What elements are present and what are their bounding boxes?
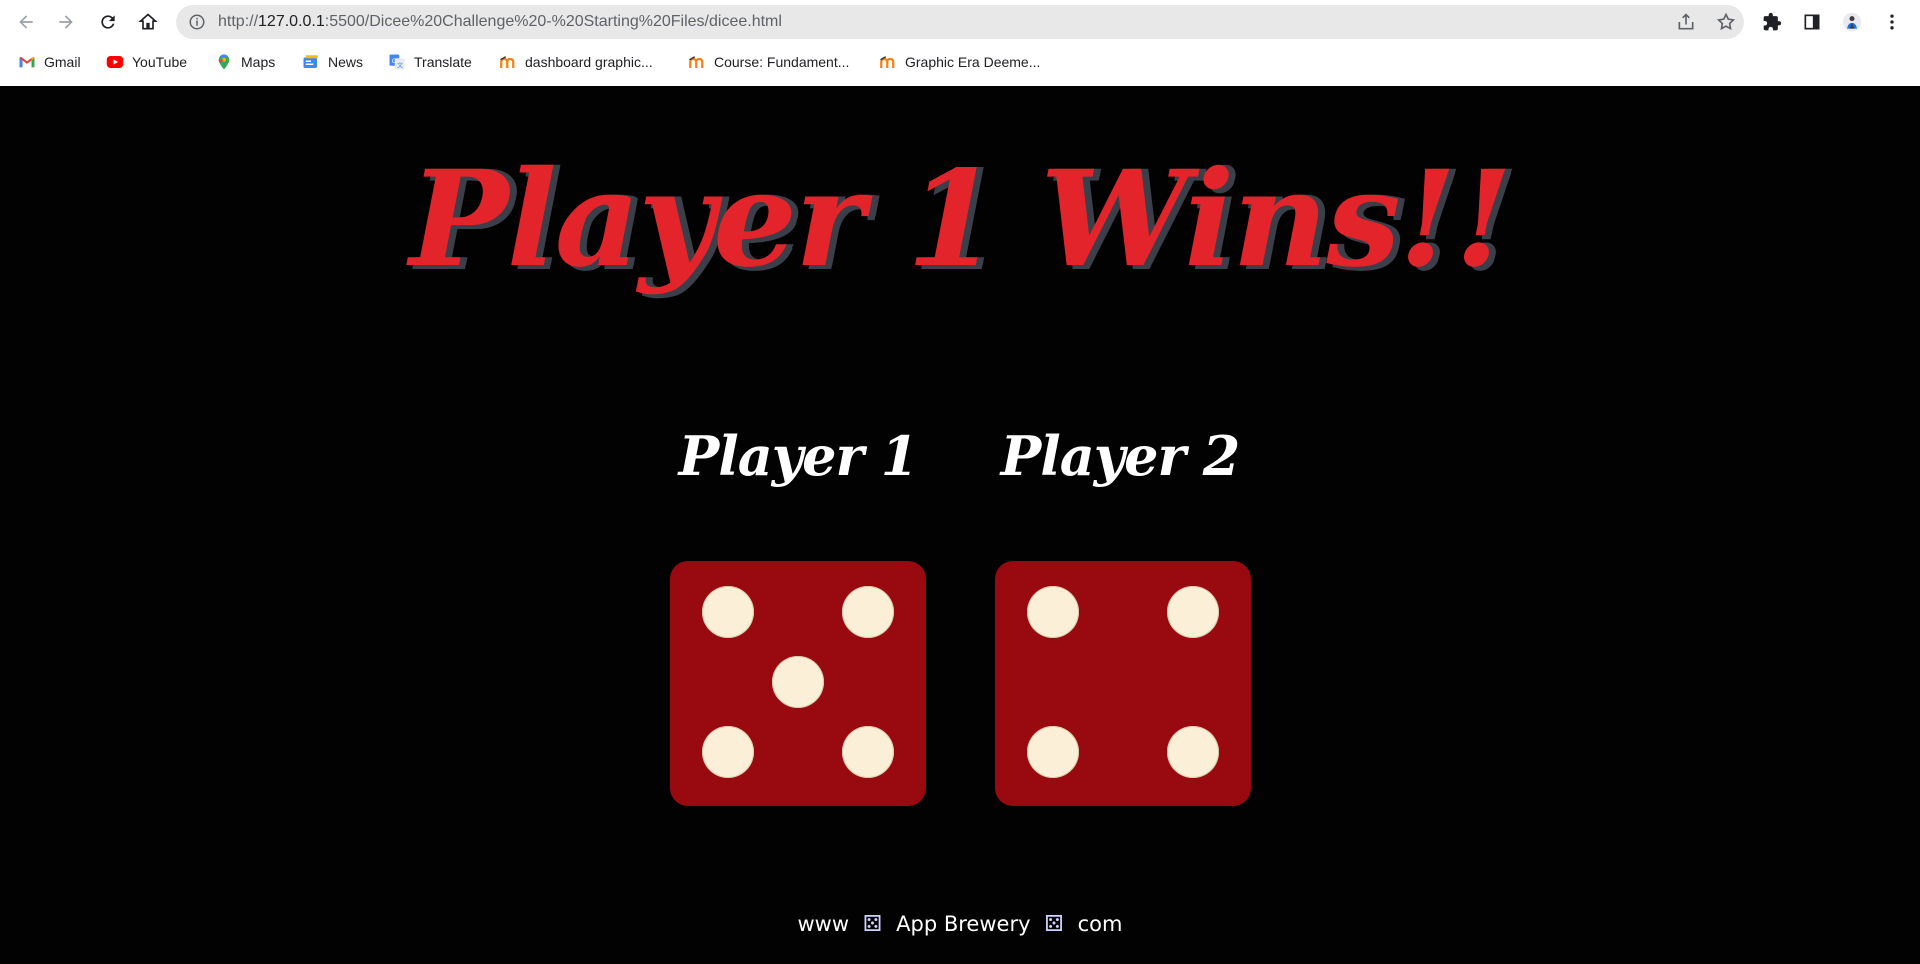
die-pip [702, 726, 754, 778]
player-2-label: Player 2 [1000, 424, 1241, 488]
die-pip [1027, 586, 1079, 638]
moodle-icon [689, 56, 704, 68]
bookmark-label: Course: Fundament... [714, 54, 850, 70]
bookmark-youtube[interactable]: YouTube [106, 51, 187, 73]
browser-toolbar: http://127.0.0.1:5500/Dicee%20Challenge%… [0, 0, 1920, 44]
share-icon[interactable] [1676, 12, 1696, 32]
profile-button[interactable] [1836, 6, 1868, 38]
bookmark-gmail[interactable]: Gmail [18, 51, 81, 73]
dicee-page: Player 1 Wins!! Player 1 Player 2 www ⚄ Ap… [0, 86, 1920, 964]
side-panel-button[interactable] [1796, 6, 1828, 38]
home-icon [138, 13, 158, 30]
bookmark-dashboard-graphic[interactable]: dashboard graphic... [499, 51, 653, 73]
bookmark-label: dashboard graphic... [525, 54, 653, 70]
bookmark-course-fundament[interactable]: Course: Fundament... [688, 51, 849, 73]
die-pip [842, 586, 894, 638]
home-button[interactable] [132, 6, 164, 38]
url-scheme: http:// [218, 13, 259, 30]
dice-icon: ⚄ [863, 912, 883, 937]
die-pip [1167, 726, 1219, 778]
menu-button[interactable] [1876, 6, 1908, 38]
bookmark-label: Gmail [44, 54, 81, 70]
moodle-icon [880, 56, 895, 68]
bookmark-maps[interactable]: Maps [215, 51, 275, 73]
die-pip [1027, 726, 1079, 778]
reload-icon [101, 15, 115, 29]
bookmark-label: YouTube [132, 54, 188, 70]
youtube-icon [106, 56, 124, 68]
bookmarks-bar: Gmail YouTube Maps News G文 Translate das… [0, 48, 1920, 76]
extensions-button[interactable] [1756, 6, 1788, 38]
footer: www ⚄ App Brewery ⚄ com [0, 912, 1920, 937]
back-button[interactable] [10, 6, 42, 38]
player-2-die [995, 561, 1251, 806]
die-pip [702, 586, 754, 638]
bookmark-label: Translate [414, 54, 472, 70]
puzzle-icon [1763, 12, 1782, 31]
url-host: 127.0.0.1 [258, 13, 325, 30]
bookmark-translate[interactable]: G文 Translate [388, 51, 472, 73]
arrow-right-icon [59, 15, 73, 29]
maps-icon [218, 54, 230, 70]
bookmark-label: Graphic Era Deeme... [905, 54, 1041, 70]
footer-suffix: com [1077, 912, 1123, 936]
url-text[interactable]: http://127.0.0.1:5500/Dicee%20Challenge%… [218, 13, 782, 31]
die-pip [1167, 586, 1219, 638]
footer-prefix: www [797, 912, 850, 936]
arrow-left-icon [19, 15, 33, 29]
side-panel-icon [1804, 14, 1820, 30]
die-pip [842, 726, 894, 778]
gmail-icon [19, 56, 35, 68]
avatar-icon [1842, 12, 1862, 32]
bookmark-star-icon[interactable] [1716, 12, 1736, 32]
url-path: :5500/Dicee%20Challenge%20-%20Starting%2… [324, 13, 782, 30]
kebab-menu-icon [1890, 14, 1894, 30]
bookmark-label: Maps [241, 54, 276, 70]
translate-icon: G文 [389, 54, 405, 70]
winner-headline: Player 1 Wins!! [409, 142, 1512, 297]
moodle-icon [500, 56, 515, 68]
bookmark-news[interactable]: News [302, 51, 363, 73]
footer-brand: App Brewery [896, 912, 1031, 936]
bookmark-label: News [328, 54, 364, 70]
die-pip [772, 656, 824, 708]
forward-button[interactable] [50, 6, 82, 38]
address-bar[interactable]: http://127.0.0.1:5500/Dicee%20Challenge%… [176, 5, 1744, 39]
reload-button[interactable] [92, 6, 124, 38]
news-icon [303, 55, 318, 68]
browser-chrome: http://127.0.0.1:5500/Dicee%20Challenge%… [0, 0, 1920, 87]
player-1-die [670, 561, 926, 806]
dice-icon: ⚄ [1044, 912, 1064, 937]
player-1-label: Player 1 [678, 424, 919, 488]
bookmark-graphic-era[interactable]: Graphic Era Deeme... [879, 51, 1040, 73]
svg-text:G: G [392, 58, 397, 65]
site-info-icon[interactable] [188, 13, 206, 31]
